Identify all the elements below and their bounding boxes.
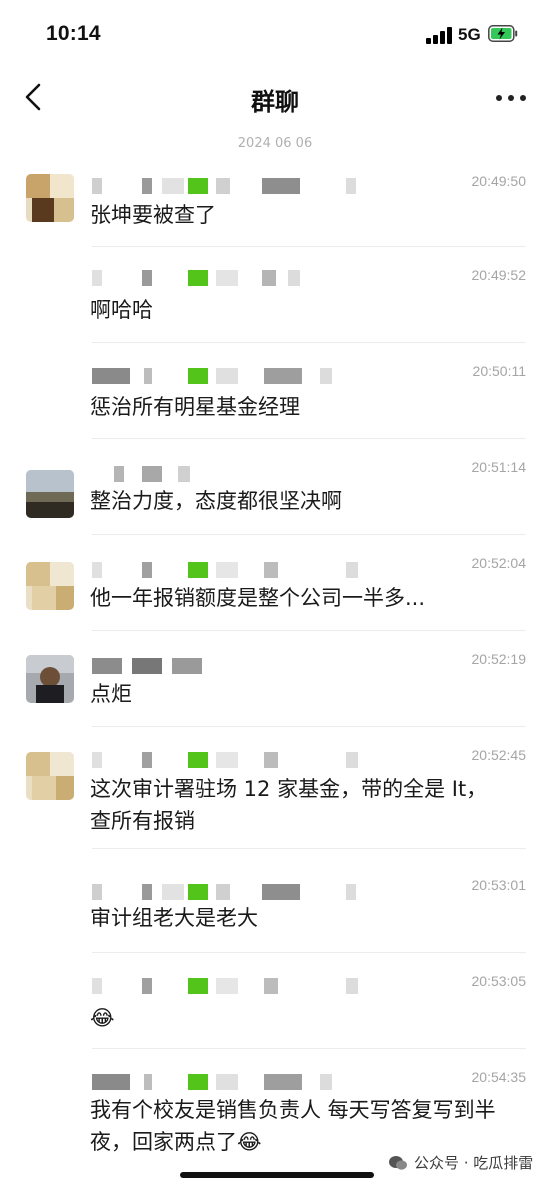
message-time: 20:52:19 <box>471 651 527 667</box>
message-text: 审计组老大是老大 <box>90 906 258 930</box>
message-time: 20:50:11 <box>472 363 526 379</box>
message-time: 20:49:50 <box>471 173 527 189</box>
divider <box>92 246 526 247</box>
message-time: 20:49:52 <box>471 267 527 283</box>
message-text: 点炬 <box>90 682 132 706</box>
message-item[interactable]: 20:52:45 这次审计署驻场 12 家基金，带的全是 It，查所有报销 <box>0 736 550 849</box>
message-item[interactable]: 20:49:50 张坤要被查了 <box>0 160 550 247</box>
sender-name-blurred <box>92 562 362 580</box>
battery-icon <box>488 25 518 42</box>
watermark: 公众号 · 吃瓜排雷 <box>388 1152 533 1173</box>
divider <box>92 726 526 727</box>
date-divider: 2024 06 06 <box>237 136 313 151</box>
message-time: 20:52:45 <box>471 747 527 763</box>
sender-name-blurred <box>92 466 362 484</box>
status-bar: 10:14 5G <box>0 0 550 66</box>
divider <box>92 342 526 343</box>
divider <box>92 438 526 439</box>
divider <box>92 848 526 849</box>
message-time: 20:51:14 <box>471 459 527 475</box>
divider <box>92 534 526 535</box>
more-options-icon[interactable] <box>494 92 528 104</box>
sender-name-blurred <box>92 270 362 288</box>
message-item[interactable]: 20:49:52 啊哈哈 <box>0 256 550 343</box>
avatar[interactable] <box>26 562 74 610</box>
divider <box>92 1048 526 1049</box>
avatar[interactable] <box>26 174 74 222</box>
sender-name-blurred <box>92 978 362 996</box>
message-text: 啊哈哈 <box>90 298 153 322</box>
nav-bar: 群聊 <box>0 66 550 130</box>
message-item[interactable]: 20:50:11 惩治所有明星基金经理 <box>0 352 550 439</box>
message-item[interactable]: 20:53:05 😂 <box>0 962 550 1049</box>
message-item[interactable]: 20:52:19 点炬 <box>0 640 550 727</box>
message-text: 整治力度，态度都很坚决啊 <box>90 489 342 513</box>
message-item[interactable]: 20:52:04 他一年报销额度是整个公司一半多... <box>0 544 550 631</box>
avatar[interactable] <box>26 655 74 703</box>
avatar[interactable] <box>26 470 74 518</box>
message-text: 😂 <box>90 1006 115 1030</box>
message-item[interactable]: 20:53:01 审计组老大是老大 <box>0 858 550 953</box>
message-time: 20:52:04 <box>471 555 527 571</box>
watermark-text: 公众号 · 吃瓜排雷 <box>414 1154 534 1172</box>
sender-name-blurred <box>92 658 362 676</box>
message-text: 这次审计署驻场 12 家基金，带的全是 It，查所有报销 <box>90 777 488 833</box>
sender-name-blurred <box>92 368 362 386</box>
message-time: 20:54:35 <box>471 1069 527 1085</box>
message-text: 张坤要被查了 <box>90 203 216 227</box>
avatar[interactable] <box>26 752 74 800</box>
network-type: 5G <box>458 25 481 44</box>
sender-name-blurred <box>92 1074 362 1092</box>
message-item[interactable]: 20:51:14 整治力度，态度都很坚决啊 <box>0 448 550 535</box>
page-title: 群聊 <box>251 88 299 116</box>
sender-name-blurred <box>92 884 362 902</box>
message-text: 他一年报销额度是整个公司一半多... <box>90 586 426 610</box>
home-indicator[interactable] <box>180 1172 374 1178</box>
wechat-icon <box>389 1155 407 1170</box>
sender-name-blurred <box>92 752 362 770</box>
sender-name-blurred <box>92 178 362 196</box>
message-text: 惩治所有明星基金经理 <box>90 395 300 419</box>
divider <box>92 630 526 631</box>
divider <box>92 952 526 953</box>
message-time: 20:53:01 <box>471 877 527 893</box>
signal-icon <box>426 27 452 44</box>
message-text: 我有个校友是销售负责人 每天写答复写到半夜，回家两点了😂 <box>90 1098 496 1154</box>
status-time: 10:14 <box>46 22 101 45</box>
message-time: 20:53:05 <box>471 973 527 989</box>
